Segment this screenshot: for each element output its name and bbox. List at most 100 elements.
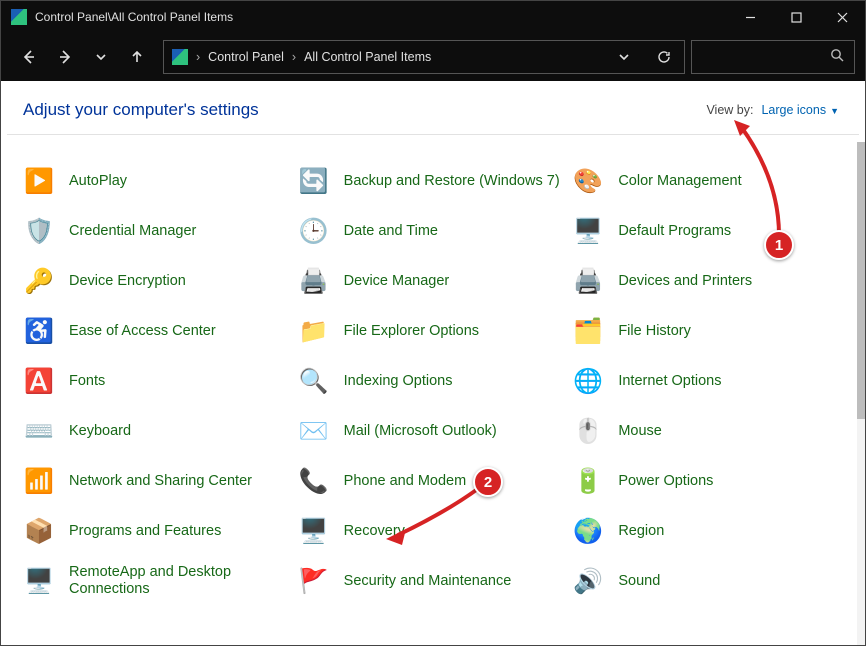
item-programs-and-features[interactable]: 📦 Programs and Features: [23, 512, 292, 550]
view-by-label: View by:: [706, 103, 753, 117]
back-button[interactable]: [11, 40, 47, 74]
item-color-management-label: Color Management: [618, 173, 741, 190]
content-header: Adjust your computer's settings View by:…: [1, 82, 865, 130]
item-fonts-label: Fonts: [69, 373, 105, 390]
item-programs-and-features-icon: 📦: [23, 515, 55, 547]
item-autoplay[interactable]: ▶️AutoPlay: [23, 162, 292, 200]
item-mouse[interactable]: 🖱️Mouse: [572, 412, 841, 450]
window-title: Control Panel\All Control Panel Items: [35, 10, 727, 24]
control-panel-icon: [172, 49, 188, 65]
recent-locations-button[interactable]: [83, 40, 119, 74]
close-button[interactable]: [819, 1, 865, 33]
item-color-management[interactable]: 🎨 Color Management: [572, 162, 841, 200]
item-default-programs-icon: 🖥️: [572, 215, 604, 247]
view-by-value: Large icons: [761, 103, 826, 117]
item-date-and-time-label: Date and Time: [344, 223, 438, 240]
item-recovery[interactable]: 🖥️ Recovery: [298, 512, 567, 550]
search-icon: [830, 48, 844, 67]
item-internet-options-label: Internet Options: [618, 373, 721, 390]
item-keyboard-label: Keyboard: [69, 423, 131, 440]
item-keyboard[interactable]: ⌨️ Keyboard: [23, 412, 292, 450]
item-credential-manager[interactable]: 🛡️Credential Manager: [23, 212, 292, 250]
item-file-history-icon: 🗂️: [572, 315, 604, 347]
item-device-manager[interactable]: 🖨️Device Manager: [298, 262, 567, 300]
item-network-and-sharing-center-label: Network and Sharing Center: [69, 473, 252, 490]
scrollbar[interactable]: [857, 142, 865, 645]
item-default-programs[interactable]: 🖥️Default Programs: [572, 212, 841, 250]
view-by-dropdown[interactable]: Large icons ▼: [761, 103, 839, 117]
item-fonts[interactable]: 🅰️ Fonts: [23, 362, 292, 400]
item-file-explorer-options[interactable]: 📁 File Explorer Options: [298, 312, 567, 350]
item-phone-and-modem-icon: 📞: [298, 465, 330, 497]
item-date-and-time[interactable]: 🕒Date and Time: [298, 212, 567, 250]
item-file-history-label: File History: [618, 323, 691, 340]
item-sound[interactable]: 🔊Sound: [572, 562, 841, 600]
item-region-icon: 🌍: [572, 515, 604, 547]
item-ease-of-access-center-icon: ♿: [23, 315, 55, 347]
item-devices-and-printers-icon: 🖨️: [572, 265, 604, 297]
refresh-button[interactable]: [644, 41, 684, 73]
item-credential-manager-label: Credential Manager: [69, 223, 196, 240]
item-recovery-label: Recovery: [344, 523, 405, 540]
item-security-and-maintenance-label: Security and Maintenance: [344, 573, 512, 590]
item-indexing-options-icon: 🔍: [298, 365, 330, 397]
item-autoplay-label: AutoPlay: [69, 173, 127, 190]
item-file-history[interactable]: 🗂️ File History: [572, 312, 841, 350]
item-power-options-icon: 🔋: [572, 465, 604, 497]
item-internet-options-icon: 🌐: [572, 365, 604, 397]
item-backup-and-restore-label: Backup and Restore (Windows 7): [344, 173, 560, 190]
item-backup-and-restore[interactable]: 🔄 Backup and Restore (Windows 7): [298, 162, 567, 200]
item-device-manager-label: Device Manager: [344, 273, 450, 290]
history-dropdown-button[interactable]: [604, 41, 644, 73]
item-device-encryption-icon: 🔑: [23, 265, 55, 297]
item-file-explorer-options-label: File Explorer Options: [344, 323, 479, 340]
breadcrumb-control-panel[interactable]: Control Panel: [202, 50, 290, 64]
item-power-options[interactable]: 🔋Power Options: [572, 462, 841, 500]
item-network-and-sharing-center[interactable]: 📶 Network and Sharing Center: [23, 462, 292, 500]
item-ease-of-access-center-label: Ease of Access Center: [69, 323, 216, 340]
item-mail-outlook-icon: ✉️: [298, 415, 330, 447]
minimize-button[interactable]: [727, 1, 773, 33]
item-remoteapp-desktop-connections[interactable]: 🖥️RemoteApp and Desktop Connections: [23, 562, 292, 600]
item-internet-options[interactable]: 🌐 Internet Options: [572, 362, 841, 400]
forward-button[interactable]: [47, 40, 83, 74]
item-indexing-options[interactable]: 🔍 Indexing Options: [298, 362, 567, 400]
item-devices-and-printers[interactable]: 🖨️Devices and Printers: [572, 262, 841, 300]
item-programs-and-features-label: Programs and Features: [69, 523, 221, 540]
control-panel-window: Control Panel\All Control Panel Items: [0, 0, 866, 646]
item-region[interactable]: 🌍Region: [572, 512, 841, 550]
item-phone-and-modem-label: Phone and Modem: [344, 473, 467, 490]
item-mail-outlook-label: Mail (Microsoft Outlook): [344, 423, 497, 440]
item-network-and-sharing-center-icon: 📶: [23, 465, 55, 497]
breadcrumb-all-items[interactable]: All Control Panel Items: [298, 50, 437, 64]
item-keyboard-icon: ⌨️: [23, 415, 55, 447]
chevron-right-icon[interactable]: ›: [290, 50, 298, 64]
item-mail-outlook[interactable]: ✉️ Mail (Microsoft Outlook): [298, 412, 567, 450]
items-grid: ▶️AutoPlay🔄 Backup and Restore (Windows 7…: [1, 142, 855, 620]
item-file-explorer-options-icon: 📁: [298, 315, 330, 347]
item-ease-of-access-center[interactable]: ♿ Ease of Access Center: [23, 312, 292, 350]
item-security-and-maintenance-icon: 🚩: [298, 565, 330, 597]
item-recovery-icon: 🖥️: [298, 515, 330, 547]
search-box[interactable]: [691, 40, 855, 74]
item-mouse-label: Mouse: [618, 423, 662, 440]
address-bar[interactable]: › Control Panel › All Control Panel Item…: [163, 40, 685, 74]
chevron-down-icon: ▼: [830, 106, 839, 116]
page-heading: Adjust your computer's settings: [23, 100, 706, 120]
item-security-and-maintenance[interactable]: 🚩 Security and Maintenance: [298, 562, 567, 600]
item-device-encryption[interactable]: 🔑 Device Encryption: [23, 262, 292, 300]
item-remoteapp-desktop-connections-icon: 🖥️: [23, 565, 55, 597]
toolbar: › Control Panel › All Control Panel Item…: [1, 33, 865, 81]
item-backup-and-restore-icon: 🔄: [298, 165, 330, 197]
item-fonts-icon: 🅰️: [23, 365, 55, 397]
item-sound-icon: 🔊: [572, 565, 604, 597]
item-color-management-icon: 🎨: [572, 165, 604, 197]
item-indexing-options-label: Indexing Options: [344, 373, 453, 390]
up-button[interactable]: [119, 40, 155, 74]
maximize-button[interactable]: [773, 1, 819, 33]
item-phone-and-modem[interactable]: 📞 Phone and Modem: [298, 462, 567, 500]
item-device-encryption-label: Device Encryption: [69, 273, 186, 290]
chevron-right-icon[interactable]: ›: [194, 50, 202, 64]
divider: [7, 134, 859, 135]
scrollbar-thumb[interactable]: [857, 142, 865, 419]
